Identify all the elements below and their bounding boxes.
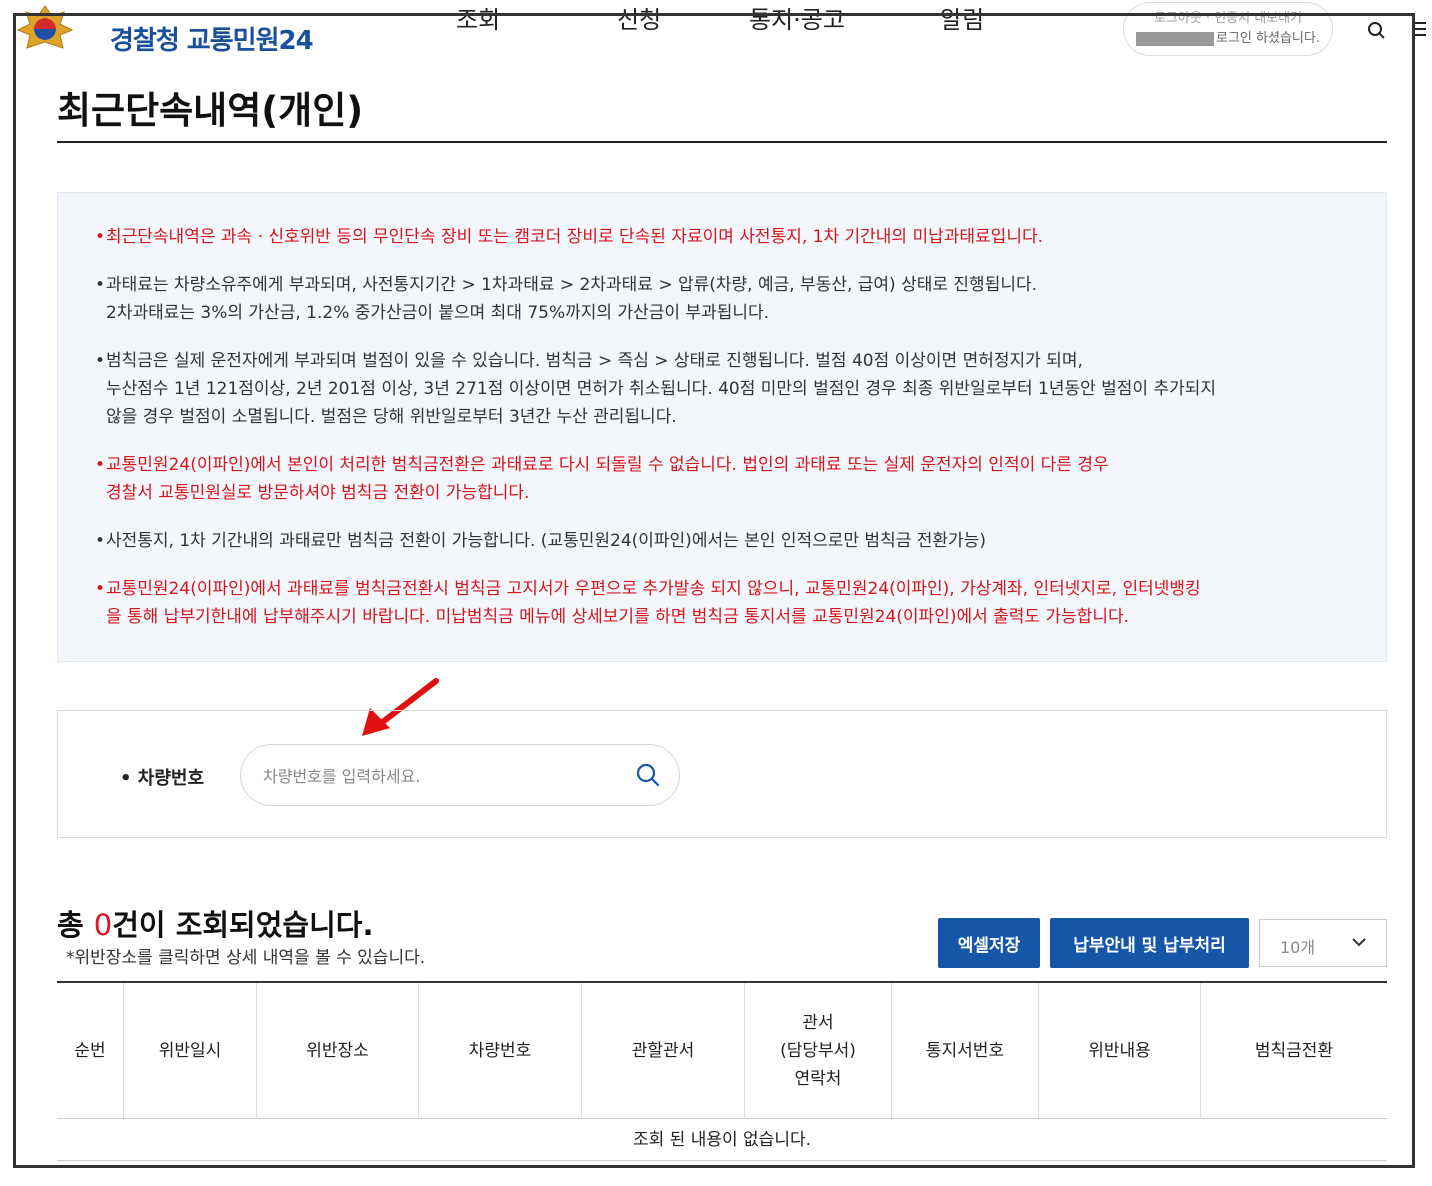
- column-header-station: 관할관서: [582, 983, 745, 1118]
- nav-item-inquiry[interactable]: 조회: [456, 0, 500, 35]
- column-header-vehicle: 차량번호: [419, 983, 582, 1118]
- excel-save-button[interactable]: 엑셀저장: [938, 918, 1040, 968]
- notice-item: • 교통민원24(이파인)에서 과태료를 범칙금전환시 범칙금 고지서가 우편으…: [95, 579, 1201, 627]
- notice-item: • 교통민원24(이파인)에서 본인이 처리한 범칙금전환은 과태료로 다시 되…: [95, 455, 1109, 503]
- page-title: 최근단속내역(개인): [57, 89, 364, 132]
- site-header: 경찰청 교통민원24 조회 신청 통지·공고 알림 로그아웃 · 인증서 내보내…: [0, 0, 1432, 72]
- search-panel: • 차량번호: [57, 710, 1387, 838]
- empty-table-message: 조회 된 내용이 없습니다.: [57, 1119, 1387, 1161]
- column-header-contact: 관서 (담당부서) 연락처: [745, 983, 892, 1118]
- logout-export-links[interactable]: 로그아웃 · 인증서 내보내기: [1124, 9, 1332, 29]
- chevron-down-icon: [1352, 938, 1366, 947]
- nav-item-notice[interactable]: 통지·공고: [749, 0, 845, 35]
- notice-item: • 사전통지, 1차 기간내의 과태료만 범칙금 전환이 가능합니다. (교통민…: [95, 531, 986, 551]
- result-count-title: 총 0건이 조회되었습니다.: [57, 908, 374, 942]
- site-logo-text: 경찰청 교통민원24: [110, 26, 314, 56]
- masked-username: [1136, 31, 1215, 46]
- user-status-box: 로그아웃 · 인증서 내보내기 로그인 하셨습니다.: [1123, 2, 1333, 56]
- nav-item-apply[interactable]: 신청: [617, 0, 661, 35]
- vehicle-number-search-box: [240, 744, 680, 806]
- notice-item: • 범칙금은 실제 운전자에게 부과되며 벌점이 있을 수 있습니다. 범칙금 …: [95, 351, 1217, 427]
- search-icon[interactable]: [634, 761, 662, 789]
- result-hint: *위반장소를 클릭하면 상세 내역을 볼 수 있습니다.: [66, 948, 426, 968]
- column-header-datetime: 위반일시: [124, 983, 257, 1118]
- hamburger-menu-icon[interactable]: [1410, 20, 1428, 38]
- vehicle-number-label: • 차량번호: [120, 768, 205, 789]
- vehicle-number-input[interactable]: [261, 755, 605, 797]
- notice-box: • 최근단속내역은 과속 · 신호위반 등의 무인단속 장비 또는 캠코더 장비…: [57, 192, 1387, 662]
- site-logo[interactable]: 경찰청 교통민원24: [14, 4, 314, 56]
- payment-guide-button[interactable]: 납부안내 및 납부처리: [1050, 918, 1249, 968]
- result-count: 0: [93, 908, 113, 942]
- page-size-select[interactable]: 10개: [1259, 919, 1387, 967]
- column-header-violation: 위반내용: [1039, 983, 1201, 1118]
- notice-item: • 최근단속내역은 과속 · 신호위반 등의 무인단속 장비 또는 캠코더 장비…: [95, 227, 1044, 247]
- column-header-conversion: 범칙금전환: [1254, 1040, 1334, 1061]
- column-header-location: 위반장소: [257, 983, 419, 1118]
- nav-item-alerts[interactable]: 알림: [940, 0, 984, 35]
- notice-item: • 과태료는 차량소유주에게 부과되며, 사전통지기간 > 1차과태료 > 2차…: [95, 275, 1038, 323]
- page-size-value: 10개: [1280, 938, 1316, 957]
- table-header: 순번 위반일시 위반장소 차량번호 관할관서 관서 (담당부서) 연락처 통지서…: [57, 983, 1387, 1119]
- search-icon[interactable]: [1366, 20, 1388, 42]
- police-emblem-icon: [16, 5, 74, 49]
- column-header-no: 순번: [57, 983, 124, 1118]
- title-divider: [57, 141, 1387, 143]
- login-status-text: 로그인 하셨습니다.: [1124, 29, 1332, 49]
- column-header-notice-no: 통지서번호: [892, 983, 1039, 1118]
